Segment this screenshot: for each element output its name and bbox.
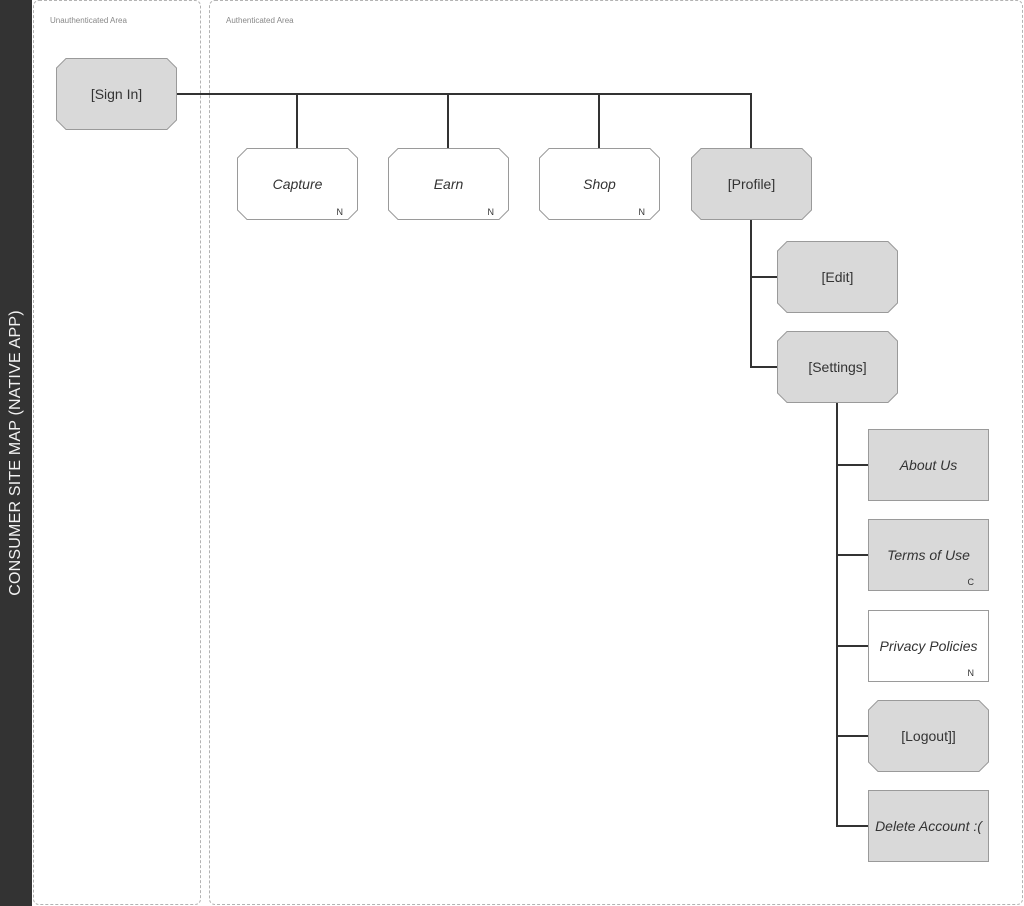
node-label: [Edit] [821, 269, 854, 285]
node-terms-of-use[interactable]: Terms of Use C [868, 519, 989, 591]
node-label: Delete Account :( [875, 818, 982, 834]
node-label: Shop [583, 176, 616, 192]
node-sign-in[interactable]: [Sign In] [56, 58, 177, 130]
node-label: [Settings] [808, 359, 867, 375]
zone-label-authenticated: Authenticated Area [226, 16, 294, 25]
node-label: Privacy Policies [879, 638, 978, 654]
node-badge: N [967, 668, 975, 678]
node-logout[interactable]: [Logout]] [868, 700, 989, 772]
node-label: [Profile] [727, 176, 776, 192]
node-label: About Us [899, 457, 958, 473]
node-label: Earn [433, 176, 464, 192]
node-earn[interactable]: Earn N [388, 148, 509, 220]
node-profile[interactable]: [Profile] [691, 148, 812, 220]
node-privacy-policies[interactable]: Privacy Policies N [868, 610, 989, 682]
node-edit[interactable]: [Edit] [777, 241, 898, 313]
node-about-us[interactable]: About Us [868, 429, 989, 501]
node-label: [Sign In] [90, 86, 143, 102]
node-badge: N [487, 207, 495, 217]
node-delete-account[interactable]: Delete Account :( [868, 790, 989, 862]
zone-label-unauthenticated: Unauthenticated Area [50, 16, 127, 25]
unauthenticated-area: Unauthenticated Area [33, 0, 201, 905]
node-capture[interactable]: Capture N [237, 148, 358, 220]
node-badge: N [336, 207, 344, 217]
node-label: Terms of Use [887, 547, 970, 563]
node-badge: N [638, 207, 646, 217]
diagram-title: CONSUMER SITE MAP (NATIVE APP) [7, 310, 24, 596]
node-settings[interactable]: [Settings] [777, 331, 898, 403]
sidebar: CONSUMER SITE MAP (NATIVE APP) [0, 0, 32, 906]
node-label: Capture [272, 176, 323, 192]
node-label: [Logout]] [901, 728, 956, 744]
node-shop[interactable]: Shop N [539, 148, 660, 220]
node-badge: C [967, 577, 975, 587]
